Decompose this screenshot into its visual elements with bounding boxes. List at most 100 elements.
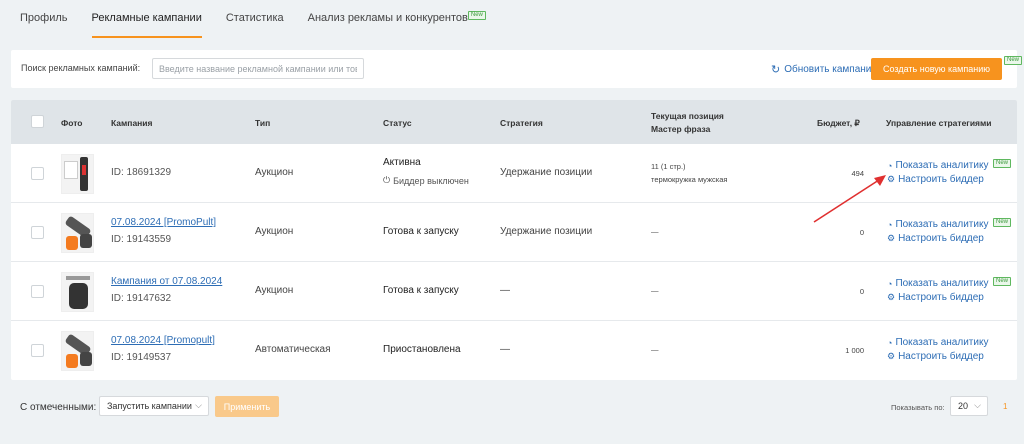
row-checkbox[interactable] (31, 226, 44, 239)
configure-bidder-label: Настроить биддер (898, 233, 984, 244)
campaign-strategy: — (500, 285, 510, 296)
campaign-type: Аукцион (255, 226, 294, 237)
campaign-name-link[interactable]: 07.08.2024 [Promopult] (111, 335, 215, 346)
campaign-budget: 0 (859, 287, 864, 296)
bulk-action-select[interactable]: Запустить кампании ⌵ (99, 396, 209, 416)
header-strategy: Стратегия (500, 118, 543, 128)
current-position: — (651, 286, 659, 295)
refresh-icon: ↻ (771, 64, 781, 76)
tab-campaigns[interactable]: Рекламные кампании (91, 0, 202, 38)
search-panel: Поиск рекламных кампаний: ↻ Обновить кам… (11, 50, 1023, 88)
configure-bidder-link[interactable]: ⚙ Настроить биддер (887, 233, 984, 244)
configure-bidder-label: Настроить биддер (898, 174, 984, 185)
arrow-line (813, 177, 883, 223)
search-input[interactable] (152, 58, 364, 79)
annotation-arrow (813, 175, 886, 223)
per-page-select[interactable]: 20 ⌵ (950, 396, 988, 416)
product-photo (61, 213, 94, 253)
analytics-icon: ◔ (887, 337, 893, 348)
bidder-status-label: Биддер выключен (393, 175, 469, 186)
campaign-status: Приостановлена (383, 344, 461, 355)
header-position: Текущая позиция (651, 111, 724, 121)
campaign-budget: 1 000 (845, 346, 864, 355)
search-label: Поиск рекламных кампаний: (21, 63, 141, 73)
campaign-strategy: Удержание позиции (500, 226, 593, 237)
campaign-type: Аукцион (255, 167, 294, 178)
row-checkbox[interactable] (31, 344, 44, 357)
header-status: Статус (383, 118, 412, 128)
show-analytics-link[interactable]: ◔ Показать аналитику (887, 337, 988, 348)
campaign-id: ID: 19149537 (111, 352, 172, 363)
header-budget: Бюджет, ₽ (817, 118, 860, 128)
campaign-id: ID: 18691329 (111, 167, 172, 178)
campaigns-table: Фото Кампания Тип Статус Стратегия Текущ… (11, 100, 1017, 380)
header-photo: Фото (61, 118, 83, 128)
campaign-strategy: — (500, 344, 510, 355)
arrow-head (874, 175, 886, 186)
header-type: Тип (255, 118, 271, 128)
tab-profile[interactable]: Профиль (20, 0, 68, 38)
new-badge: New (993, 277, 1012, 286)
current-position: — (651, 227, 659, 236)
tab-ads-analysis[interactable]: Анализ рекламы и конкурентов New (307, 0, 486, 38)
row-checkbox[interactable] (31, 285, 44, 298)
product-photo (61, 331, 94, 371)
chevron-down-icon: ⌵ (195, 400, 202, 410)
campaign-name-link[interactable]: Кампания от 07.08.2024 (111, 276, 222, 287)
gear-icon: ⚙ (887, 233, 896, 243)
top-tabs: Профиль Рекламные кампании Статистика Ан… (0, 0, 1024, 38)
configure-bidder-link[interactable]: ⚙ Настроить биддер (887, 292, 984, 303)
configure-bidder-label: Настроить биддер (898, 351, 984, 362)
table-header: Фото Кампания Тип Статус Стратегия Текущ… (11, 100, 1017, 144)
row-checkbox[interactable] (31, 167, 44, 180)
show-analytics-label: Показать аналитику (895, 337, 989, 348)
page-number[interactable]: 1 (1003, 402, 1007, 411)
refresh-campaigns-button[interactable]: ↻ Обновить кампании (771, 63, 877, 76)
tab-ads-analysis-label: Анализ рекламы и конкурентов (307, 12, 468, 24)
product-photo (61, 154, 94, 194)
campaign-type: Автоматическая (255, 344, 331, 355)
analytics-icon: ◔ (887, 278, 893, 289)
apply-button[interactable]: Применить (215, 396, 279, 417)
bidder-status: ⏻ Биддер выключен (383, 175, 469, 186)
tab-statistics[interactable]: Статистика (226, 0, 284, 38)
show-analytics-link[interactable]: ◔ Показать аналитику (887, 219, 988, 230)
show-analytics-label: Показать аналитику (895, 160, 989, 171)
header-campaign: Кампания (111, 118, 153, 128)
campaign-name-link[interactable]: 07.08.2024 [PromoPult] (111, 217, 216, 228)
per-page-label: Показывать по: (891, 403, 945, 412)
table-row: Кампания от 07.08.2024 ID: 19147632 Аукц… (11, 262, 1017, 321)
show-analytics-label: Показать аналитику (895, 219, 989, 230)
table-row: 07.08.2024 [Promopult] ID: 19149537 Авто… (11, 321, 1017, 380)
configure-bidder-label: Настроить биддер (898, 292, 984, 303)
campaign-status: Готова к запуску (383, 285, 459, 296)
new-badge: New (993, 218, 1012, 227)
show-analytics-link[interactable]: ◔ Показать аналитику (887, 278, 988, 289)
header-manage: Управление стратегиями (886, 118, 992, 128)
campaign-type: Аукцион (255, 285, 294, 296)
campaign-id: ID: 19147632 (111, 293, 172, 304)
current-position: 11 (1 стр.) (651, 162, 686, 171)
power-icon: ⏻ (383, 175, 391, 185)
header-master-phrase: Мастер фраза (651, 124, 711, 134)
show-analytics-link[interactable]: ◔ Показать аналитику (887, 160, 988, 171)
configure-bidder-link[interactable]: ⚙ Настроить биддер (887, 174, 984, 185)
selected-label: С отмеченными: (20, 402, 97, 413)
product-photo (61, 272, 94, 312)
bulk-action-value: Запустить кампании (107, 401, 192, 411)
current-position: — (651, 345, 659, 354)
bulk-actions-bar: С отмеченными: Запустить кампании ⌵ Прим… (0, 396, 1024, 418)
per-page-value: 20 (958, 401, 969, 411)
chevron-down-icon: ⌵ (974, 400, 981, 410)
configure-bidder-link[interactable]: ⚙ Настроить биддер (887, 351, 984, 362)
new-badge: New (1004, 56, 1023, 65)
refresh-label: Обновить кампании (784, 64, 877, 75)
gear-icon: ⚙ (887, 292, 896, 302)
new-badge: New (993, 159, 1012, 168)
show-analytics-label: Показать аналитику (895, 278, 989, 289)
select-all-checkbox[interactable] (31, 115, 44, 128)
campaign-strategy: Удержание позиции (500, 167, 593, 178)
campaign-status: Готова к запуску (383, 226, 459, 237)
create-campaign-button[interactable]: Создать новую кампанию (871, 58, 1002, 80)
new-badge: New (467, 11, 486, 20)
